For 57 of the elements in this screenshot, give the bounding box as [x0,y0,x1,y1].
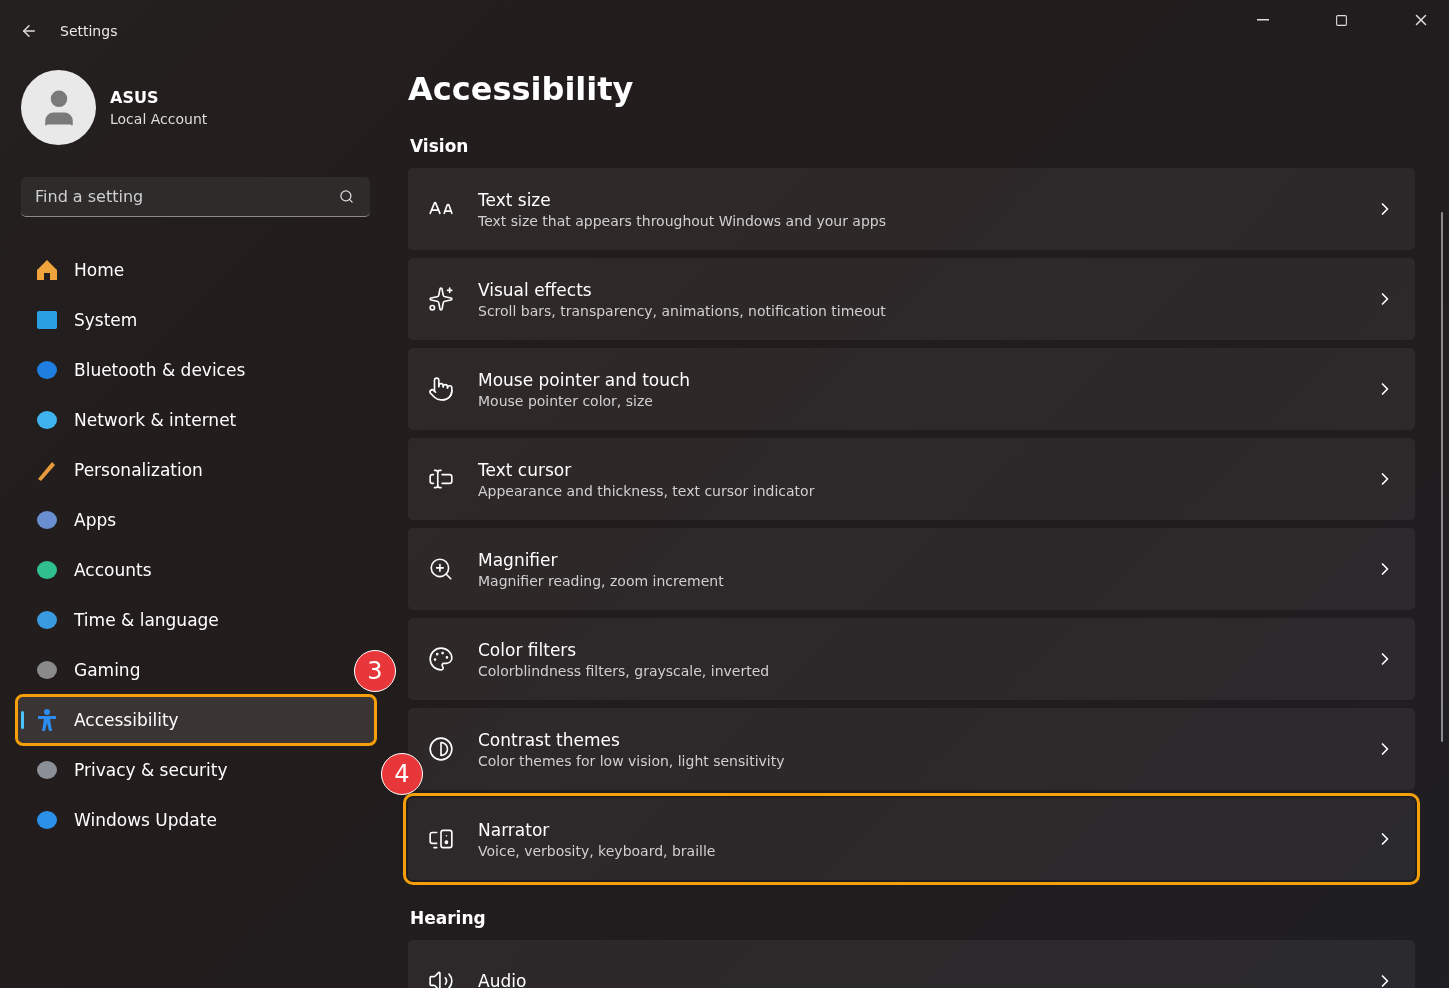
callout-badge: 3 [354,650,396,692]
card-title: Contrast themes [478,729,621,750]
card-icon [428,736,454,762]
nav-item[interactable]: Bluetooth & devices [18,347,260,393]
card-subtitle: Text size that appears throughout Windows and your apps [478,212,887,229]
nav-item[interactable]: System [18,297,152,343]
settings-card[interactable]: Visual effects Scroll bars, transparency, animations, notification timeout [408,258,1415,340]
nav-item[interactable]: Apps [18,497,131,543]
card-title: Mouse pointer and touch [478,369,692,390]
window-title: Settings [60,23,119,39]
back-button[interactable] [20,22,38,40]
card-title: Text cursor [478,459,573,480]
nav-icon [34,257,60,283]
card-subtitle: Magnifier reading, zoom increment [478,572,725,589]
page-title: Accessibility [408,70,635,108]
account-name: ASUS [110,88,160,107]
settings-card[interactable]: Contrast themes Color themes for low vision, light sensitivity [408,708,1415,790]
card-icon [428,286,454,312]
nav-item[interactable]: Gaming [18,647,155,693]
maximize-icon [1335,13,1348,27]
card-title: Text size [478,189,552,210]
nav-item[interactable]: Time & language [18,597,233,643]
account-type: Local Account [110,111,208,127]
card-title: Audio [478,971,528,988]
card-subtitle: Voice, verbosity, keyboard, braille [478,842,717,859]
settings-card[interactable]: Text size Text size that appears throughout Windows and your apps [408,168,1415,250]
nav-item[interactable]: Personalization [18,447,217,493]
card-title: Narrator [478,819,551,840]
nav-item[interactable]: Privacy & security [18,747,242,793]
search-field[interactable]: Find a setting [21,177,370,217]
card-icon [428,646,454,672]
settings-card[interactable]: Magnifier Magnifier reading, zoom increment [408,528,1415,610]
nav-item[interactable]: Network & internet [18,397,251,443]
section-title: Vision [410,136,470,156]
scrollbar[interactable] [1441,212,1443,742]
selection-indicator [21,711,24,729]
settings-card[interactable]: Text cursor Appearance and thickness, text cursor indicator [408,438,1415,520]
card-icon [428,376,454,402]
minimize-icon [1256,19,1269,21]
callout-badge: 4 [381,753,423,795]
card-title: Magnifier [478,549,559,570]
settings-card[interactable]: Mouse pointer and touch Mouse pointer color, size [408,348,1415,430]
card-title: Visual effects [478,279,593,300]
card-subtitle: Scroll bars, transparency, animations, notification timeout [478,302,887,319]
section-title: Hearing [410,908,487,928]
card-subtitle: Colorblindness filters, grayscale, inverted [478,662,771,679]
search-icon [339,189,354,204]
card-subtitle: Mouse pointer color, size [478,392,654,409]
nav-item[interactable]: Windows Update [18,797,231,843]
card-title: Color filters [478,639,578,660]
card-subtitle: Color themes for low vision, light sensitivity [478,752,786,769]
nav-item[interactable]: Accounts [18,547,166,593]
nav-item[interactable]: Home [18,247,139,293]
settings-card[interactable]: Color filters Colorblindness filters, grayscale, inverted [408,618,1415,700]
settings-card[interactable]: Audio [408,940,1415,988]
card-icon [428,556,454,582]
card-subtitle: Appearance and thickness, text cursor indicator [478,482,816,499]
